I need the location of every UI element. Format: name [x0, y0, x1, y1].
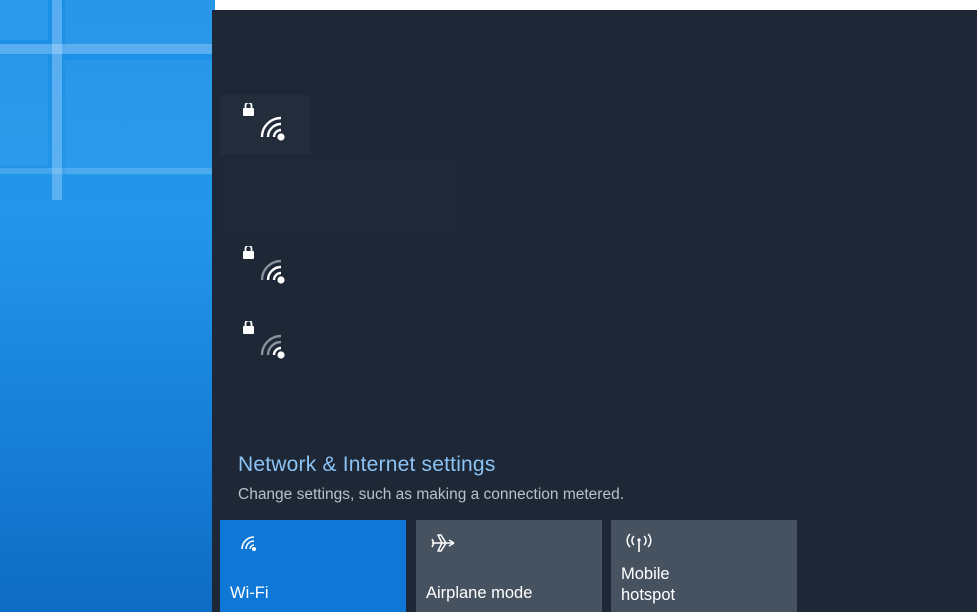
airplane-mode-tile[interactable]: Airplane mode — [416, 520, 602, 612]
wifi-toggle-tile[interactable]: Wi-Fi — [220, 520, 406, 612]
network-item[interactable] — [220, 95, 310, 155]
settings-description: Change settings, such as making a connec… — [238, 486, 625, 503]
wifi-tile-label: Wi-Fi — [230, 584, 269, 602]
mobile-hotspot-tile-label: Mobile hotspot — [621, 565, 676, 604]
wifi-secured-icon — [243, 103, 285, 141]
network-item[interactable] — [220, 238, 310, 298]
mobile-hotspot-tile[interactable]: Mobile hotspot — [611, 520, 797, 612]
wifi-icon — [241, 536, 256, 551]
network-internet-settings-link[interactable]: Network & Internet settings — [238, 453, 496, 477]
wifi-secured-icon — [243, 246, 285, 284]
mobile-hotspot-icon — [626, 533, 652, 552]
network-flyout: Network & Internet settings Change setti… — [212, 10, 977, 612]
desktop-wallpaper — [0, 0, 215, 612]
wifi-secured-icon — [243, 321, 285, 359]
network-item[interactable] — [220, 313, 310, 373]
network-item-placeholder — [226, 158, 456, 234]
airplane-icon — [431, 534, 455, 552]
airplane-tile-label: Airplane mode — [426, 584, 533, 602]
